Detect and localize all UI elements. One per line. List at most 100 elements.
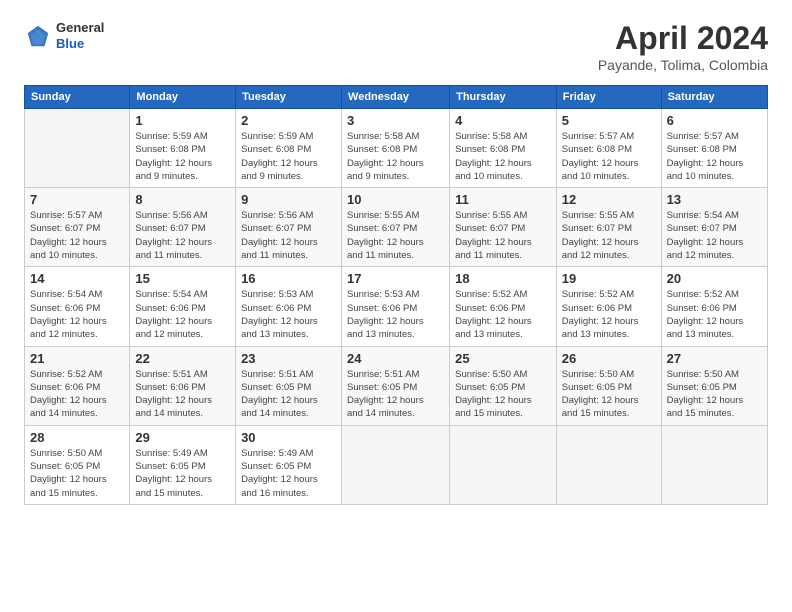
calendar-cell: 12 Sunrise: 5:55 AM Sunset: 6:07 PM Dayli… — [556, 188, 661, 267]
calendar-week-row: 14 Sunrise: 5:54 AM Sunset: 6:06 PM Dayli… — [25, 267, 768, 346]
day-info: Sunrise: 5:50 AM Sunset: 6:05 PM Dayligh… — [455, 368, 551, 421]
calendar-cell — [450, 425, 557, 504]
calendar-cell: 6 Sunrise: 5:57 AM Sunset: 6:08 PM Daylig… — [661, 109, 767, 188]
calendar-cell: 7 Sunrise: 5:57 AM Sunset: 6:07 PM Daylig… — [25, 188, 130, 267]
day-number: 13 — [667, 192, 762, 207]
calendar-cell: 13Sunrise: 5:54 AM Sunset: 6:07 PM Dayli… — [661, 188, 767, 267]
calendar-page: General Blue April 2024 Payande, Tolima,… — [0, 0, 792, 612]
calendar-week-row: 1 Sunrise: 5:59 AM Sunset: 6:08 PM Daylig… — [25, 109, 768, 188]
calendar-cell: 4Sunrise: 5:58 AM Sunset: 6:08 PM Daylig… — [450, 109, 557, 188]
day-info: Sunrise: 5:51 AM Sunset: 6:06 PM Dayligh… — [135, 368, 230, 421]
day-number: 14 — [30, 271, 124, 286]
day-number: 3 — [347, 113, 444, 128]
location-subtitle: Payande, Tolima, Colombia — [598, 57, 768, 73]
day-info: Sunrise: 5:50 AM Sunset: 6:05 PM Dayligh… — [667, 368, 762, 421]
calendar-week-row: 28 Sunrise: 5:50 AM Sunset: 6:05 PM Dayli… — [25, 425, 768, 504]
day-info: Sunrise: 5:52 AM Sunset: 6:06 PM Dayligh… — [562, 288, 656, 341]
day-info: Sunrise: 5:52 AM Sunset: 6:06 PM Dayligh… — [455, 288, 551, 341]
day-info: Sunrise: 5:55 AM Sunset: 6:07 PM Dayligh… — [562, 209, 656, 262]
day-number: 12 — [562, 192, 656, 207]
day-number: 20 — [667, 271, 762, 286]
day-number: 21 — [30, 351, 124, 366]
month-title: April 2024 — [598, 20, 768, 57]
calendar-header-row: SundayMondayTuesdayWednesdayThursdayFrid… — [25, 86, 768, 109]
day-info: Sunrise: 5:50 AM Sunset: 6:05 PM Dayligh… — [30, 447, 124, 500]
calendar-cell: 11Sunrise: 5:55 AM Sunset: 6:07 PM Dayli… — [450, 188, 557, 267]
calendar-cell: 23Sunrise: 5:51 AM Sunset: 6:05 PM Dayli… — [236, 346, 342, 425]
day-number: 18 — [455, 271, 551, 286]
day-number: 28 — [30, 430, 124, 445]
calendar-cell: 17 Sunrise: 5:53 AM Sunset: 6:06 PM Dayli… — [342, 267, 450, 346]
day-number: 29 — [135, 430, 230, 445]
header: General Blue April 2024 Payande, Tolima,… — [24, 20, 768, 73]
day-number: 8 — [135, 192, 230, 207]
calendar-cell — [661, 425, 767, 504]
day-info: Sunrise: 5:53 AM Sunset: 6:06 PM Dayligh… — [347, 288, 444, 341]
day-number: 26 — [562, 351, 656, 366]
day-number: 5 — [562, 113, 656, 128]
calendar-cell: 14 Sunrise: 5:54 AM Sunset: 6:06 PM Dayli… — [25, 267, 130, 346]
day-number: 6 — [667, 113, 762, 128]
day-number: 7 — [30, 192, 124, 207]
calendar-cell: 18 Sunrise: 5:52 AM Sunset: 6:06 PM Dayli… — [450, 267, 557, 346]
day-info: Sunrise: 5:52 AM Sunset: 6:06 PM Dayligh… — [667, 288, 762, 341]
day-info: Sunrise: 5:55 AM Sunset: 6:07 PM Dayligh… — [347, 209, 444, 262]
calendar-cell: 27 Sunrise: 5:50 AM Sunset: 6:05 PM Dayli… — [661, 346, 767, 425]
day-number: 19 — [562, 271, 656, 286]
day-number: 25 — [455, 351, 551, 366]
calendar-cell: 29 Sunrise: 5:49 AM Sunset: 6:05 PM Dayli… — [130, 425, 236, 504]
title-block: April 2024 Payande, Tolima, Colombia — [598, 20, 768, 73]
day-info: Sunrise: 5:57 AM Sunset: 6:08 PM Dayligh… — [667, 130, 762, 183]
calendar-week-row: 21 Sunrise: 5:52 AM Sunset: 6:06 PM Dayli… — [25, 346, 768, 425]
day-info: Sunrise: 5:54 AM Sunset: 6:06 PM Dayligh… — [135, 288, 230, 341]
day-info: Sunrise: 5:59 AM Sunset: 6:08 PM Dayligh… — [241, 130, 336, 183]
calendar-cell: 22 Sunrise: 5:51 AM Sunset: 6:06 PM Dayli… — [130, 346, 236, 425]
calendar-day-header: Thursday — [450, 86, 557, 109]
day-info: Sunrise: 5:52 AM Sunset: 6:06 PM Dayligh… — [30, 368, 124, 421]
calendar-cell: 8 Sunrise: 5:56 AM Sunset: 6:07 PM Daylig… — [130, 188, 236, 267]
day-info: Sunrise: 5:49 AM Sunset: 6:05 PM Dayligh… — [135, 447, 230, 500]
day-number: 17 — [347, 271, 444, 286]
day-info: Sunrise: 5:57 AM Sunset: 6:07 PM Dayligh… — [30, 209, 124, 262]
calendar-cell: 5 Sunrise: 5:57 AM Sunset: 6:08 PM Daylig… — [556, 109, 661, 188]
day-number: 15 — [135, 271, 230, 286]
day-info: Sunrise: 5:56 AM Sunset: 6:07 PM Dayligh… — [241, 209, 336, 262]
calendar-cell — [556, 425, 661, 504]
calendar-cell: 20 Sunrise: 5:52 AM Sunset: 6:06 PM Dayli… — [661, 267, 767, 346]
day-info: Sunrise: 5:56 AM Sunset: 6:07 PM Dayligh… — [135, 209, 230, 262]
calendar-day-header: Sunday — [25, 86, 130, 109]
day-number: 1 — [135, 113, 230, 128]
calendar-cell: 25 Sunrise: 5:50 AM Sunset: 6:05 PM Dayli… — [450, 346, 557, 425]
calendar-week-row: 7 Sunrise: 5:57 AM Sunset: 6:07 PM Daylig… — [25, 188, 768, 267]
day-info: Sunrise: 5:49 AM Sunset: 6:05 PM Dayligh… — [241, 447, 336, 500]
logo-general: General — [56, 20, 104, 35]
calendar-table: SundayMondayTuesdayWednesdayThursdayFrid… — [24, 85, 768, 505]
day-info: Sunrise: 5:57 AM Sunset: 6:08 PM Dayligh… — [562, 130, 656, 183]
day-info: Sunrise: 5:51 AM Sunset: 6:05 PM Dayligh… — [347, 368, 444, 421]
day-number: 4 — [455, 113, 551, 128]
day-number: 22 — [135, 351, 230, 366]
logo-text: General Blue — [56, 20, 104, 51]
logo-blue: Blue — [56, 36, 84, 51]
day-info: Sunrise: 5:51 AM Sunset: 6:05 PM Dayligh… — [241, 368, 336, 421]
calendar-cell: 26Sunrise: 5:50 AM Sunset: 6:05 PM Dayli… — [556, 346, 661, 425]
day-number: 24 — [347, 351, 444, 366]
day-number: 9 — [241, 192, 336, 207]
calendar-cell: 9 Sunrise: 5:56 AM Sunset: 6:07 PM Daylig… — [236, 188, 342, 267]
day-number: 30 — [241, 430, 336, 445]
calendar-day-header: Friday — [556, 86, 661, 109]
calendar-cell: 28 Sunrise: 5:50 AM Sunset: 6:05 PM Dayli… — [25, 425, 130, 504]
day-number: 27 — [667, 351, 762, 366]
day-number: 2 — [241, 113, 336, 128]
day-info: Sunrise: 5:54 AM Sunset: 6:06 PM Dayligh… — [30, 288, 124, 341]
calendar-day-header: Tuesday — [236, 86, 342, 109]
calendar-day-header: Wednesday — [342, 86, 450, 109]
calendar-day-header: Monday — [130, 86, 236, 109]
day-number: 16 — [241, 271, 336, 286]
calendar-cell: 24 Sunrise: 5:51 AM Sunset: 6:05 PM Dayli… — [342, 346, 450, 425]
day-info: Sunrise: 5:59 AM Sunset: 6:08 PM Dayligh… — [135, 130, 230, 183]
day-info: Sunrise: 5:53 AM Sunset: 6:06 PM Dayligh… — [241, 288, 336, 341]
calendar-cell: 2 Sunrise: 5:59 AM Sunset: 6:08 PM Daylig… — [236, 109, 342, 188]
day-info: Sunrise: 5:55 AM Sunset: 6:07 PM Dayligh… — [455, 209, 551, 262]
calendar-cell — [342, 425, 450, 504]
